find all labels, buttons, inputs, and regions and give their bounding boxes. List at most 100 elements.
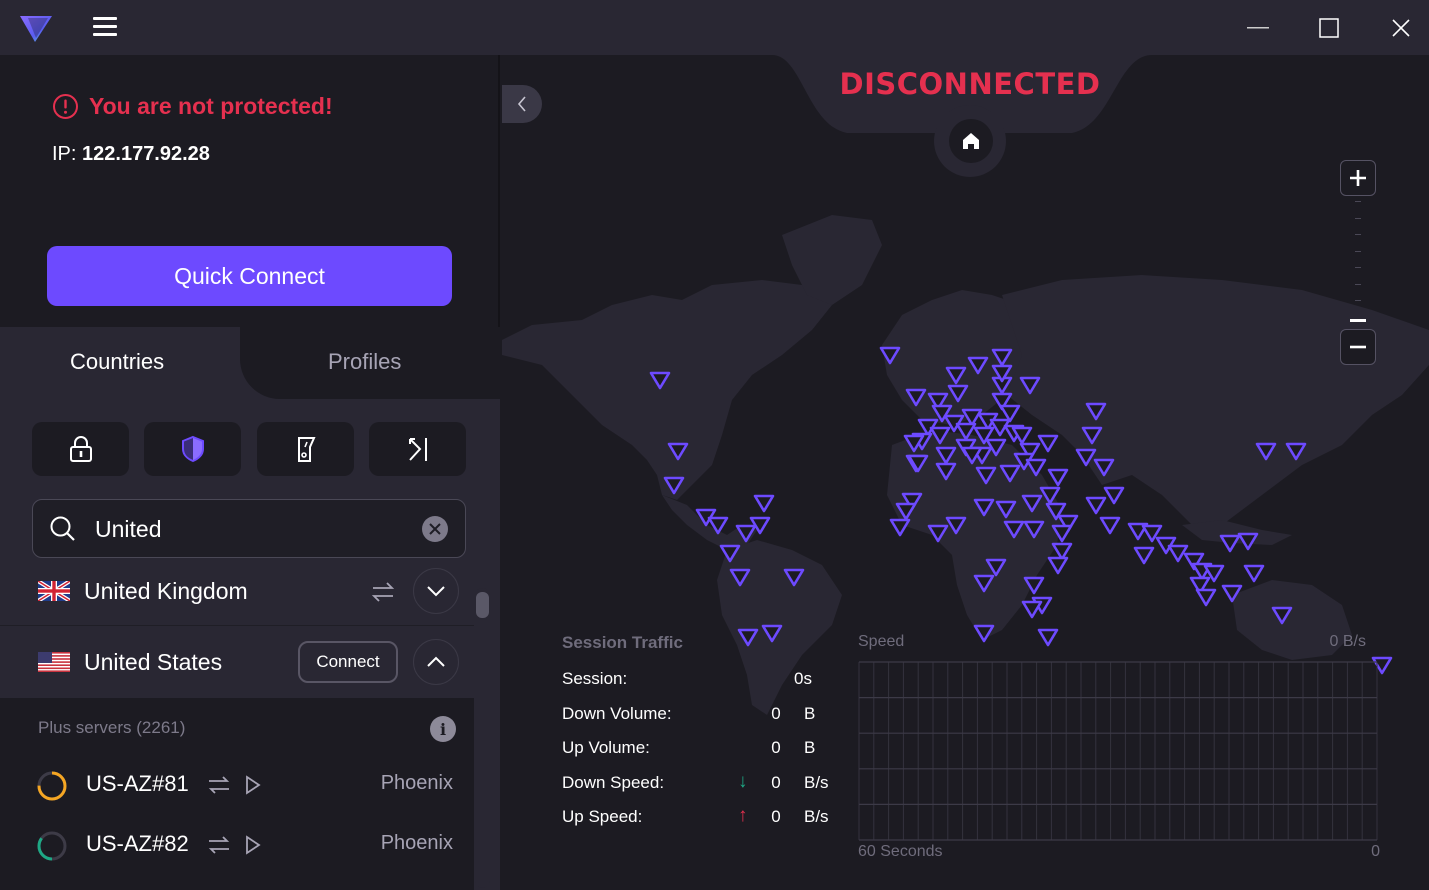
server-marker-icon[interactable] (1021, 600, 1043, 619)
traffic-label: Down Volume: (562, 703, 672, 723)
server-marker-icon[interactable] (1037, 434, 1059, 453)
secure-core-filter-button[interactable] (32, 422, 129, 476)
protection-warning: You are not protected! (52, 93, 333, 120)
traffic-value: 0s (794, 669, 812, 688)
play-icon[interactable] (245, 774, 261, 796)
traffic-value: 0 (771, 772, 781, 792)
speed-graph-x-right: 0 (1371, 843, 1380, 860)
minimize-button[interactable] (1236, 8, 1280, 48)
session-traffic-title: Session Traffic (562, 633, 683, 652)
session-traffic: Session Traffic Session: 0s Down Volume:… (562, 633, 842, 842)
home-icon (963, 133, 979, 149)
minimize-icon (1247, 27, 1269, 29)
arrow-to-line-icon (408, 438, 427, 461)
server-marker-icon[interactable] (889, 518, 911, 537)
server-marker-icon[interactable] (1047, 468, 1069, 487)
traffic-row-down-volume: Down Volume: 0 B (562, 704, 842, 739)
connection-status: DISCONNECTED (839, 67, 1101, 101)
play-icon[interactable] (245, 834, 261, 856)
server-marker-icon[interactable] (1243, 564, 1265, 583)
info-icon[interactable]: i (430, 716, 456, 742)
traffic-label: Up Speed: (562, 807, 643, 826)
ip-value: 122.177.92.28 (82, 143, 210, 165)
country-search (32, 499, 466, 558)
server-group-label: Plus servers (2261) (38, 718, 186, 737)
traffic-unit: B (804, 738, 816, 757)
asia (1002, 275, 1429, 525)
search-icon (50, 516, 75, 541)
arrow-down-icon: ↓ (738, 770, 748, 792)
country-row-united-states[interactable]: United States Connect (0, 626, 474, 698)
arrow-up-icon: ↑ (738, 805, 748, 826)
traffic-value: 0 (771, 807, 781, 826)
scrollbar[interactable] (475, 588, 490, 888)
sidebar: You are not protected! IP: 122.177.92.28… (0, 55, 500, 890)
traffic-unit: B (804, 703, 816, 723)
traffic-row-up-volume: Up Volume: 0 B (562, 738, 842, 773)
collapse-sidebar-button[interactable] (502, 85, 542, 123)
chevron-left-icon (517, 96, 526, 112)
server-marker-icon[interactable] (1103, 486, 1125, 505)
server-load-icon (37, 831, 67, 861)
close-button[interactable] (1379, 8, 1423, 48)
server-marker-icon[interactable] (1037, 628, 1059, 647)
traffic-label: Session: (562, 669, 628, 688)
switch-server-icon[interactable] (207, 834, 231, 856)
lock-icon (69, 436, 92, 462)
server-marker-icon[interactable] (753, 494, 775, 513)
chevron-down-icon (427, 586, 445, 597)
kill-switch-filter-button[interactable] (257, 422, 354, 476)
traffic-label: Up Volume: (562, 738, 650, 757)
server-list: Plus servers (2261) i US-AZ#81 Phoenix U… (0, 698, 474, 890)
switch-server-icon[interactable] (370, 580, 396, 604)
maximize-button[interactable] (1307, 8, 1351, 48)
traffic-unit: B/s (804, 772, 829, 792)
traffic-row-down-speed: Down Speed: ↓ 0 B/s (562, 770, 842, 808)
zoom-slider[interactable] (1353, 201, 1363, 317)
server-marker-icon[interactable] (1195, 588, 1217, 607)
port-forwarding-filter-button[interactable] (369, 422, 466, 476)
scrollbar-thumb[interactable] (476, 592, 489, 618)
server-marker-icon[interactable] (1133, 546, 1155, 565)
country-row-united-kingdom[interactable]: United Kingdom (0, 558, 474, 626)
central-america (662, 495, 757, 550)
home-location-button[interactable] (949, 119, 993, 163)
zoom-out-button[interactable] (1340, 329, 1376, 365)
zoom-in-button[interactable] (1340, 160, 1376, 196)
server-row[interactable]: US-AZ#82 Phoenix (0, 818, 474, 874)
server-marker-icon[interactable] (1047, 556, 1069, 575)
collapse-button[interactable] (413, 639, 459, 685)
speed-graph-grid (858, 661, 1378, 841)
zoom-slider-handle[interactable] (1350, 319, 1366, 322)
title-bar (0, 0, 1429, 55)
tab-profiles[interactable]: Profiles (328, 349, 401, 375)
traffic-value: 0 (771, 703, 781, 723)
chevron-up-icon (427, 656, 445, 667)
hamburger-menu-button[interactable] (88, 14, 122, 42)
search-input[interactable] (95, 510, 405, 548)
country-name: United Kingdom (84, 578, 248, 604)
server-row[interactable]: US-AZ#81 Phoenix (0, 758, 474, 814)
server-marker-icon[interactable] (1099, 516, 1121, 535)
server-marker-icon[interactable] (1219, 534, 1241, 553)
server-city: Phoenix (380, 832, 453, 854)
tab-countries[interactable]: Countries (70, 349, 164, 375)
clear-icon (429, 523, 441, 535)
traffic-row-session: Session: 0s (562, 669, 842, 704)
shield-icon (181, 435, 204, 463)
server-marker-icon[interactable] (1085, 496, 1107, 515)
uk-flag-icon (38, 581, 70, 601)
map-panel: DISCONNECTED Session Traffic Session: 0s… (502, 55, 1429, 890)
connect-country-button[interactable]: Connect (298, 641, 398, 683)
speed-graph-x-left: 60 Seconds (858, 843, 943, 860)
minus-icon (1350, 345, 1366, 349)
country-name: United States (84, 649, 223, 675)
traffic-row-up-speed: Up Speed: ↑ 0 B/s (562, 805, 842, 842)
netshield-filter-button[interactable] (144, 422, 241, 476)
expand-button[interactable] (413, 568, 459, 614)
maximize-icon (1319, 18, 1339, 38)
clear-search-button[interactable] (422, 516, 448, 542)
alert-circle-icon (53, 94, 78, 119)
switch-server-icon[interactable] (207, 774, 231, 796)
quick-connect-button[interactable]: Quick Connect (47, 246, 452, 306)
